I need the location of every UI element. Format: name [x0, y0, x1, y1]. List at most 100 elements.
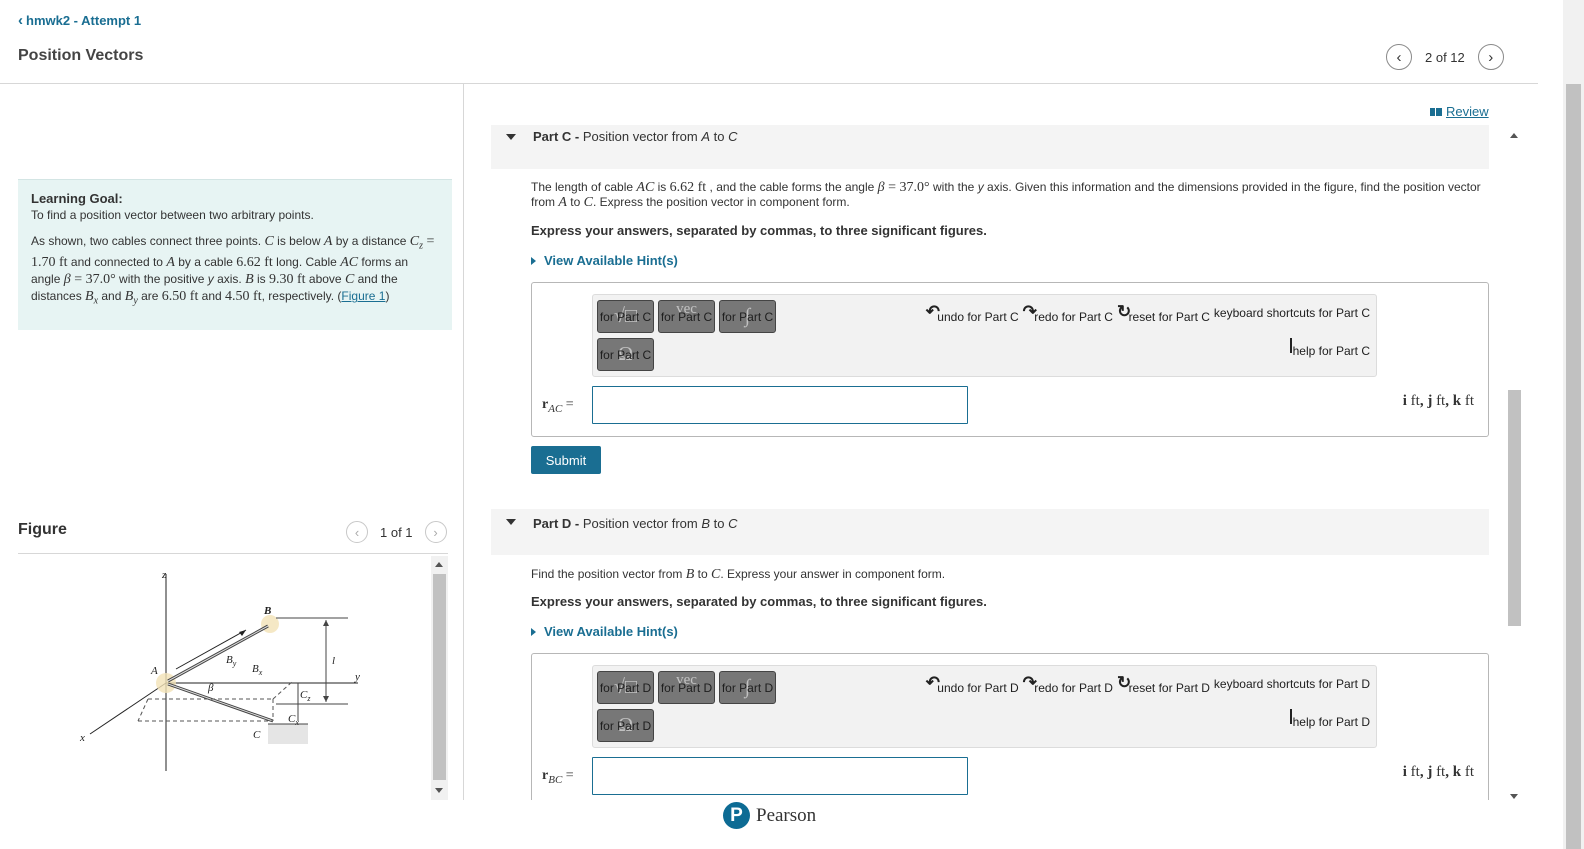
part-d-answer-input[interactable]: [592, 757, 968, 795]
triangle-down-icon: [506, 519, 516, 525]
part-c-answer-input[interactable]: [592, 386, 968, 424]
hint-label: View Available Hint(s): [544, 253, 678, 268]
content-scroll-thumb[interactable]: [1508, 390, 1521, 626]
part-c-answer-area: √□ for Part C vec for Part C ∫ for Part C Ω…: [531, 282, 1489, 437]
greek-button[interactable]: Ωfor Part D: [597, 709, 654, 742]
vector-button[interactable]: vec for Part D: [658, 671, 715, 704]
keyboard-shortcuts-button[interactable]: keyboard shortcuts for Part C: [1214, 306, 1370, 326]
z-axis-label: z: [161, 569, 167, 581]
previous-item-button[interactable]: ‹: [1386, 44, 1412, 70]
window-scroll-thumb[interactable]: [1566, 84, 1581, 849]
learning-goal-panel: Learning Goal: To find a position vector…: [18, 179, 452, 330]
pearson-brand: Pearson: [756, 804, 817, 826]
figure-count: 1 of 1: [380, 524, 413, 540]
part-d-tool-actions: ↶ undo for Part D ↷ redo for Part D ↻ re…: [926, 673, 1370, 697]
symbols-button[interactable]: ∫ for Part C: [719, 300, 776, 333]
chevron-left-icon: ‹: [354, 524, 360, 540]
part-c-math-toolbar: √□ for Part C vec for Part C ∫ for Part C Ω…: [592, 294, 1377, 377]
triangle-right-icon: [531, 627, 536, 636]
part-d-units: i ft, j ft, k ft: [1402, 764, 1474, 780]
figure-scroll-thumb[interactable]: [433, 574, 446, 780]
scroll-down-icon[interactable]: [1510, 794, 1518, 799]
next-figure-button[interactable]: ›: [424, 521, 447, 543]
redo-icon: ↷: [1022, 302, 1037, 321]
redo-button[interactable]: ↷ redo for Part D: [1023, 673, 1113, 697]
part-c-answer-label: rAC =: [542, 397, 574, 415]
pearson-p-icon: P: [723, 802, 750, 829]
part-c-instructions: Express your answers, separated by comma…: [531, 223, 987, 238]
keyboard-shortcuts-button[interactable]: keyboard shortcuts for Part D: [1214, 677, 1370, 697]
help-button[interactable]: help for Part D: [1290, 709, 1370, 730]
column-divider: [463, 84, 464, 800]
learning-goal-text: To find a position vector between two ar…: [31, 208, 314, 222]
symbols-button[interactable]: ∫ for Part D: [719, 671, 776, 704]
figure-link[interactable]: Figure 1: [341, 289, 385, 303]
pearson-logo: P Pearson: [723, 802, 816, 829]
templates-button[interactable]: √□ for Part D: [597, 671, 654, 704]
chevron-right-icon: ›: [433, 524, 438, 540]
point-c-label: C: [253, 729, 261, 741]
beta-angle-label: β: [207, 682, 214, 694]
reset-icon: ↻: [1116, 673, 1132, 692]
undo-icon: ↶: [925, 302, 940, 321]
review-link[interactable]: Review: [1430, 104, 1489, 119]
bx-dimension-label: Bx: [252, 663, 263, 677]
help-button[interactable]: help for Part C: [1290, 338, 1370, 359]
previous-figure-button[interactable]: ‹: [346, 521, 368, 543]
chevron-left-icon: ‹: [18, 12, 23, 29]
review-label: Review: [1446, 104, 1489, 119]
by-dimension-label: By: [226, 654, 237, 668]
triangle-down-icon: [506, 134, 516, 140]
redo-icon: ↷: [1022, 673, 1037, 692]
back-link-label: hmwk2 - Attempt 1: [26, 13, 142, 28]
submit-button[interactable]: Submit: [531, 446, 601, 474]
learning-goal-label: Learning Goal:: [31, 191, 123, 206]
book-icon: [1430, 107, 1442, 116]
content-scrollbar[interactable]: [1506, 126, 1523, 800]
point-b-label: B: [263, 605, 271, 617]
part-c-header[interactable]: Part C - Position vector from A to C: [491, 125, 1489, 169]
part-d-header[interactable]: Part D - Position vector from B to C: [491, 509, 1489, 555]
l-dimension-label: l: [332, 655, 335, 667]
scroll-down-icon[interactable]: [435, 788, 443, 793]
part-d-math-toolbar: √□ for Part D vec for Part D ∫ for Part D Ω…: [592, 665, 1377, 748]
content-viewport-bottom: [464, 800, 1524, 849]
part-c-hint-toggle[interactable]: View Available Hint(s): [531, 253, 678, 268]
reset-button[interactable]: ↻ reset for Part D: [1117, 673, 1210, 697]
part-d-instructions: Express your answers, separated by comma…: [531, 594, 987, 609]
undo-button[interactable]: ↶ undo for Part D: [926, 673, 1019, 697]
redo-button[interactable]: ↷ redo for Part C: [1023, 302, 1113, 326]
cz-dimension-label: Cz: [300, 689, 311, 703]
templates-button[interactable]: √□ for Part C: [597, 300, 654, 333]
greek-button[interactable]: Ωfor Part C: [597, 338, 654, 371]
figure-navigation: ‹ 1 of 1 ›: [346, 521, 447, 543]
undo-icon: ↶: [925, 673, 940, 692]
scroll-up-icon[interactable]: [1510, 133, 1518, 138]
figure-image: z x y A B C By Bx β Cz Cx l: [18, 556, 432, 800]
part-d-hint-toggle[interactable]: View Available Hint(s): [531, 624, 678, 639]
part-d-answer-area: √□ for Part D vec for Part D ∫ for Part D Ω…: [531, 653, 1489, 800]
part-c-tool-actions: ↶ undo for Part C ↷ redo for Part C ↻ re…: [926, 302, 1370, 326]
help-icon: [1290, 338, 1293, 353]
next-item-button[interactable]: ›: [1477, 44, 1504, 70]
help-icon: [1290, 709, 1293, 724]
vector-button[interactable]: vec for Part C: [658, 300, 715, 333]
figure-heading: Figure: [18, 521, 67, 538]
item-navigation: ‹ 2 of 12 ›: [1386, 44, 1504, 70]
scroll-up-icon[interactable]: [435, 562, 443, 567]
reset-button[interactable]: ↻ reset for Part C: [1117, 302, 1210, 326]
back-link[interactable]: ‹ hmwk2 - Attempt 1: [18, 12, 141, 29]
window-scrollbar[interactable]: [1563, 0, 1584, 849]
header-divider: [0, 83, 1538, 84]
undo-button[interactable]: ↶ undo for Part C: [926, 302, 1019, 326]
figure-scrollbar[interactable]: [431, 556, 448, 800]
part-c-units: i ft, j ft, k ft: [1402, 393, 1474, 409]
part-d-title: Part D - Position vector from B to C: [533, 516, 738, 531]
part-c-question: The length of cable AC is 6.62 ft , and …: [531, 180, 1481, 210]
part-c-title: Part C - Position vector from A to C: [533, 129, 738, 144]
triangle-right-icon: [531, 256, 536, 265]
y-axis-label: y: [354, 671, 360, 683]
x-axis-label: x: [79, 732, 85, 744]
cable-diagram: z x y A B C By Bx β Cz Cx l: [79, 569, 360, 771]
chevron-right-icon: ›: [1488, 48, 1494, 66]
